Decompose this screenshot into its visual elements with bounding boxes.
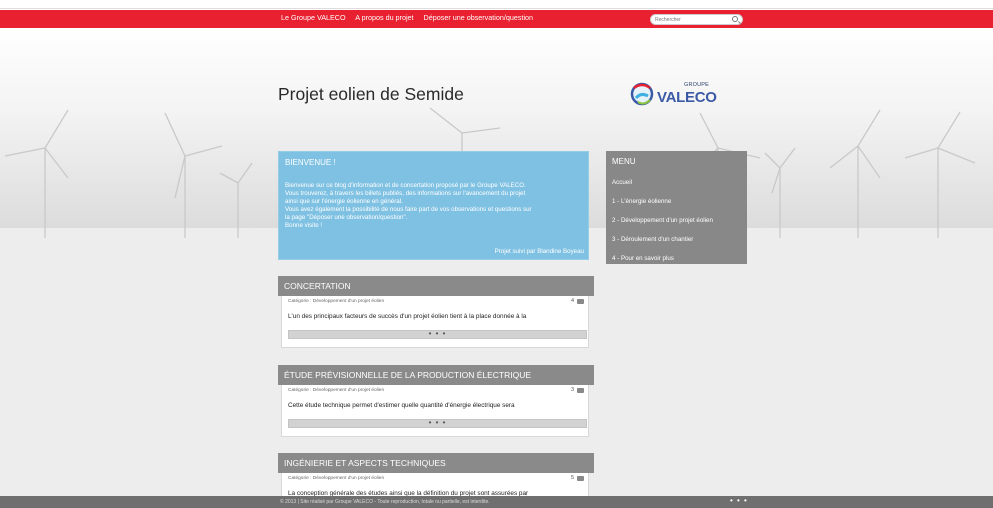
- menu-list: Accueil 1 - L'énergie éolienne 2 - Dével…: [612, 179, 713, 274]
- search-icon[interactable]: [732, 16, 738, 22]
- nav-links: Le Groupe VALECO A propos du projet Dépo…: [281, 13, 541, 22]
- welcome-line: Bonne visite !: [285, 222, 323, 229]
- nav-link-groupe-valeco[interactable]: Le Groupe VALECO: [281, 13, 346, 22]
- welcome-line: Vous avez également la possibilité de no…: [285, 206, 532, 213]
- article-title[interactable]: CONCERTATION: [278, 276, 594, 296]
- nav-link-a-propos[interactable]: A propos du projet: [355, 13, 413, 22]
- article-card: ÉTUDE PRÉVISIONNELLE DE LA PRODUCTION ÉL…: [278, 365, 594, 437]
- menu-item-accueil[interactable]: Accueil: [612, 179, 713, 198]
- comment-bubble-icon[interactable]: [577, 299, 584, 304]
- footer-text: © 2013 | Site réalisé par Groupe VALECO …: [280, 499, 490, 505]
- welcome-box: BIENVENUE ! Bienvenue sur ce blog d'info…: [278, 151, 589, 260]
- welcome-footer: Projet suivi par Blandine Boyeau: [494, 248, 584, 255]
- welcome-line: Vous trouverez, à travers les billets pu…: [285, 190, 526, 197]
- page-title: Projet eolien de Semide: [278, 84, 464, 104]
- page-footer: © 2013 | Site réalisé par Groupe VALECO …: [0, 496, 993, 508]
- article-body: Catégorie : Développement d'un projet éo…: [281, 296, 589, 348]
- side-menu: MENU Accueil 1 - L'énergie éolienne 2 - …: [606, 151, 747, 264]
- valeco-logo-icon: [630, 82, 654, 106]
- logo-valeco-text: VALECO: [657, 89, 717, 106]
- article-title[interactable]: INGÉNIERIE ET ASPECTS TECHNIQUES: [278, 453, 594, 473]
- article-category[interactable]: Catégorie : Développement d'un projet éo…: [288, 388, 384, 393]
- menu-item-en-savoir-plus[interactable]: 4 - Pour en savoir plus: [612, 255, 713, 274]
- comment-bubble-icon[interactable]: [577, 388, 584, 393]
- article-card: CONCERTATION Catégorie : Développement d…: [278, 276, 594, 348]
- welcome-line: ainsi que sur l'énergie éolienne en géné…: [285, 198, 403, 205]
- nav-link-deposer-observation[interactable]: Déposer une observation/question: [424, 13, 533, 22]
- footer-more-icon[interactable]: • • •: [730, 496, 748, 505]
- welcome-line: la page "Déposer une observation/questio…: [285, 214, 408, 221]
- menu-item-chantier[interactable]: 3 - Déroulement d'un chantier: [612, 236, 713, 255]
- comment-count: 4: [570, 298, 574, 304]
- top-nav-bar: Le Groupe VALECO A propos du projet Dépo…: [0, 10, 993, 28]
- comment-bubble-icon[interactable]: [577, 476, 584, 481]
- article-excerpt: Cette étude technique permet d'estimer q…: [288, 402, 515, 409]
- article-body: Catégorie : Développement d'un projet éo…: [281, 385, 589, 437]
- menu-item-developpement[interactable]: 2 - Développement d'un projet éolien: [612, 217, 713, 236]
- welcome-line: Bienvenue sur ce blog d'information et d…: [285, 182, 526, 189]
- article-excerpt: L'un des principaux facteurs de succès d…: [288, 313, 527, 320]
- logo-groupe-text: GROUPE: [684, 82, 710, 88]
- comment-count: 5: [570, 475, 574, 481]
- top-strip: [0, 0, 993, 9]
- search-input[interactable]: [655, 15, 725, 24]
- welcome-title: BIENVENUE !: [285, 158, 336, 167]
- read-more-button[interactable]: • • •: [288, 419, 587, 428]
- read-more-button[interactable]: • • •: [288, 330, 587, 339]
- menu-item-energie-eolienne[interactable]: 1 - L'énergie éolienne: [612, 198, 713, 217]
- menu-title: MENU: [612, 157, 636, 166]
- welcome-text: Bienvenue sur ce blog d'information et d…: [285, 182, 585, 230]
- article-category[interactable]: Catégorie : Développement d'un projet éo…: [288, 476, 384, 481]
- article-category[interactable]: Catégorie : Développement d'un projet éo…: [288, 299, 384, 304]
- article-title[interactable]: ÉTUDE PRÉVISIONNELLE DE LA PRODUCTION ÉL…: [278, 365, 594, 385]
- search-box[interactable]: [650, 14, 743, 25]
- comment-count: 3: [570, 387, 574, 393]
- valeco-logo[interactable]: GROUPE VALECO: [628, 80, 728, 108]
